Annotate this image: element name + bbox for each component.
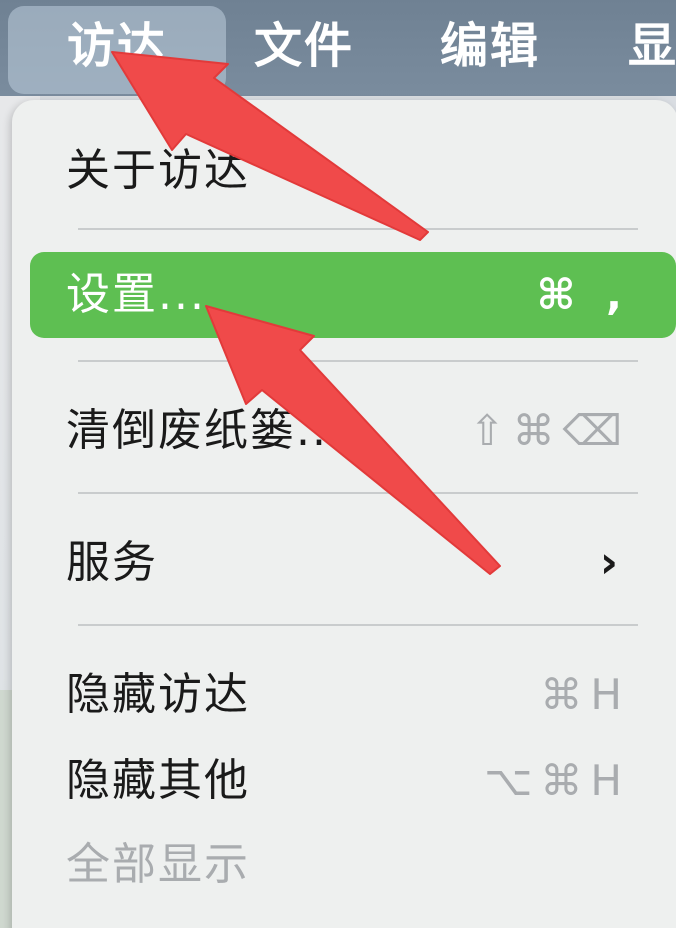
chevron-right-icon: ›	[599, 537, 618, 588]
finder-dropdown-menu: 关于访达 设置... ⌘ , 清倒废纸篓... ⇧⌘⌫ 服务 › 隐藏访达 ⌘H…	[12, 100, 676, 928]
menubar-item-edit[interactable]: 编辑	[440, 0, 540, 96]
menu-separator	[78, 492, 638, 494]
shortcut-label: ⌘ ,	[536, 270, 630, 319]
shortcut-label: ⇧⌘⌫	[469, 406, 630, 455]
menu-item-label: 关于访达	[66, 145, 250, 196]
shortcut-label: ⌘H	[540, 670, 630, 719]
menu-separator	[78, 228, 638, 230]
menu-item-label: 服务	[66, 537, 158, 588]
menu-item-about-finder[interactable]: 关于访达	[30, 128, 676, 214]
menu-separator	[78, 624, 638, 626]
menubar-item-finder[interactable]: 访达	[8, 6, 226, 94]
menu-item-label: 清倒废纸篓...	[66, 405, 344, 456]
menubar-item-view[interactable]: 显	[628, 0, 676, 96]
menu-item-hide-others[interactable]: 隐藏其他 ⌥⌘H	[30, 738, 676, 824]
menu-item-settings[interactable]: 设置... ⌘ ,	[30, 252, 676, 338]
menu-item-services[interactable]: 服务 ›	[30, 520, 676, 606]
menu-separator	[78, 360, 638, 362]
menubar-item-file[interactable]: 文件	[254, 0, 354, 96]
menu-item-label: 隐藏访达	[66, 669, 250, 720]
shortcut-label: ⌥⌘H	[484, 756, 630, 805]
menu-item-label: 设置...	[66, 269, 206, 320]
menu-item-label: 全部显示	[66, 839, 250, 890]
menu-item-empty-trash[interactable]: 清倒废纸篓... ⇧⌘⌫	[30, 388, 676, 474]
menu-item-hide-finder[interactable]: 隐藏访达 ⌘H	[30, 652, 676, 738]
menu-bar: 访达 文件 编辑 显	[0, 0, 676, 96]
menu-item-show-all[interactable]: 全部显示	[30, 822, 676, 908]
menu-item-label: 隐藏其他	[66, 755, 250, 806]
